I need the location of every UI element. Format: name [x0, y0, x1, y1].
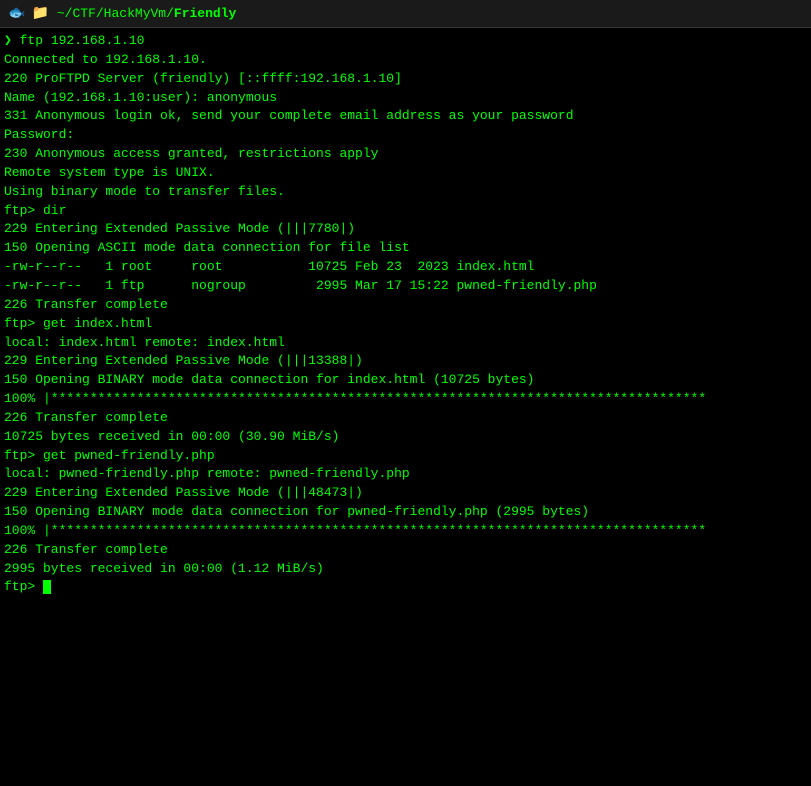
- prompt-arrow: ❯: [4, 33, 12, 48]
- output-remote-type: Remote system type is UNIX.: [4, 164, 807, 183]
- cmd-ftp-connect: ❯ ftp 192.168.1.10: [4, 32, 807, 51]
- output-binary-mode: Using binary mode to transfer files.: [4, 183, 807, 202]
- output-progress-2: 100% |**********************************…: [4, 522, 807, 541]
- ftp-prompt-final[interactable]: ftp>: [4, 578, 807, 597]
- cmd-get-pwned: ftp> get pwned-friendly.php: [4, 447, 807, 466]
- cmd-get-index: ftp> get index.html: [4, 315, 807, 334]
- output-bytes-index: 10725 bytes received in 00:00 (30.90 MiB…: [4, 428, 807, 447]
- output-progress-1: 100% |**********************************…: [4, 390, 807, 409]
- cmd-dir: ftp> dir: [4, 202, 807, 221]
- output-connected: Connected to 192.168.1.10.: [4, 51, 807, 70]
- output-229-3: 229 Entering Extended Passive Mode (|||4…: [4, 484, 807, 503]
- title-folder-name: Friendly: [174, 6, 236, 21]
- output-local-index: local: index.html remote: index.html: [4, 334, 807, 353]
- output-229-1: 229 Entering Extended Passive Mode (|||7…: [4, 220, 807, 239]
- output-226-3: 226 Transfer complete: [4, 541, 807, 560]
- folder-icon: 📁: [31, 5, 48, 22]
- output-150-binary-index: 150 Opening BINARY mode data connection …: [4, 371, 807, 390]
- output-password: Password:: [4, 126, 807, 145]
- output-226-2: 226 Transfer complete: [4, 409, 807, 428]
- output-bytes-pwned: 2995 bytes received in 00:00 (1.12 MiB/s…: [4, 560, 807, 579]
- output-local-pwned: local: pwned-friendly.php remote: pwned-…: [4, 465, 807, 484]
- title-bar-icons: 🐟 📁: [8, 5, 49, 22]
- output-220: 220 ProFTPD Server (friendly) [::ffff:19…: [4, 70, 807, 89]
- output-150-binary-pwned: 150 Opening BINARY mode data connection …: [4, 503, 807, 522]
- terminal-cursor: [43, 580, 51, 594]
- output-150-ascii: 150 Opening ASCII mode data connection f…: [4, 239, 807, 258]
- terminal-content[interactable]: ❯ ftp 192.168.1.10 Connected to 192.168.…: [0, 28, 811, 786]
- fish-icon: 🐟: [8, 5, 25, 22]
- output-226-1: 226 Transfer complete: [4, 296, 807, 315]
- output-230: 230 Anonymous access granted, restrictio…: [4, 145, 807, 164]
- title-path: ~/CTF/HackMyVm/Friendly: [57, 6, 236, 21]
- terminal-window: 🐟 📁 ~/CTF/HackMyVm/Friendly ❯ ftp 192.16…: [0, 0, 811, 786]
- output-name: Name (192.168.1.10:user): anonymous: [4, 89, 807, 108]
- output-file-index: -rw-r--r-- 1 root root 10725 Feb 23 2023…: [4, 258, 807, 277]
- output-file-pwned: -rw-r--r-- 1 ftp nogroup 2995 Mar 17 15:…: [4, 277, 807, 296]
- output-229-2: 229 Entering Extended Passive Mode (|||1…: [4, 352, 807, 371]
- output-331: 331 Anonymous login ok, send your comple…: [4, 107, 807, 126]
- title-bar: 🐟 📁 ~/CTF/HackMyVm/Friendly: [0, 0, 811, 28]
